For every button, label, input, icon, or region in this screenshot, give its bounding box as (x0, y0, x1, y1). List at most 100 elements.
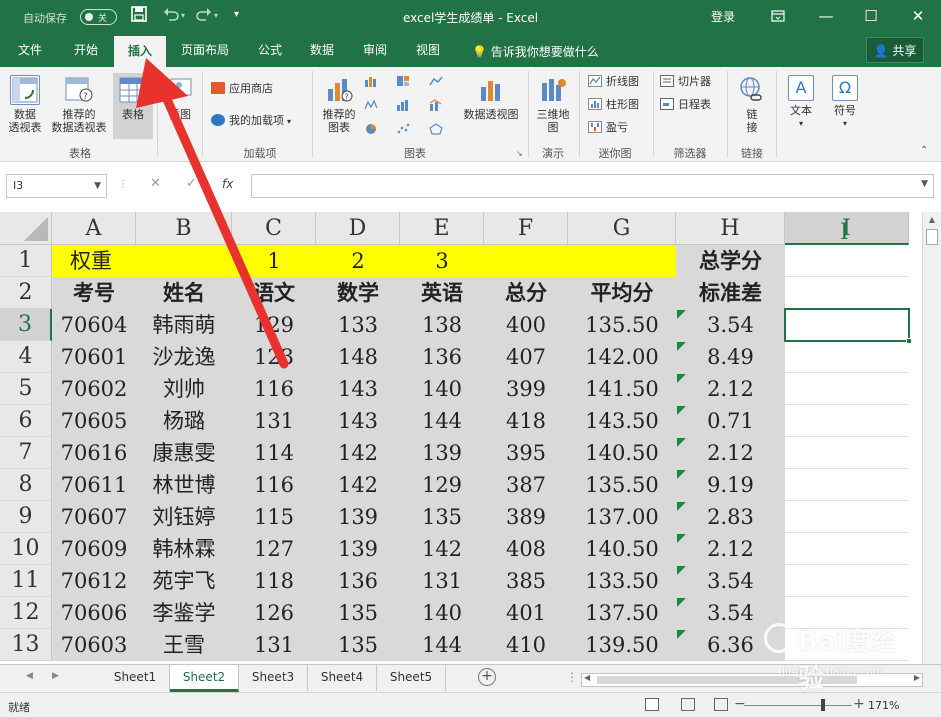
autosave-toggle[interactable]: 关 (80, 9, 117, 25)
app-store-button[interactable]: 应用商店 (211, 80, 273, 98)
cell-g9[interactable]: 137.00 (568, 501, 676, 533)
cell-d9[interactable]: 139 (316, 501, 400, 533)
row-header-10[interactable]: 10 (0, 533, 52, 565)
cell-a10[interactable]: 70609 (52, 533, 136, 565)
cell-g3[interactable]: 135.50 (568, 309, 676, 341)
cell-c13[interactable]: 131 (232, 629, 316, 661)
expand-formula-icon[interactable]: ▼ (921, 179, 928, 189)
cell-h7[interactable]: 2.12 (676, 437, 785, 469)
tab-home[interactable]: 开始 (62, 33, 110, 67)
dialog-launcher-icon[interactable]: ↘ (516, 149, 523, 158)
cell-d6[interactable]: 143 (316, 405, 400, 437)
cell-d8[interactable]: 142 (316, 469, 400, 501)
cell-b8[interactable]: 林世博 (136, 469, 232, 501)
cell-a1[interactable]: 权重 (52, 245, 136, 277)
selected-cell-i3[interactable] (784, 308, 912, 344)
column-chart-icon[interactable] (364, 75, 378, 87)
row-header-5[interactable]: 5 (0, 373, 52, 405)
tab-split-handle[interactable]: ⋮ (566, 670, 578, 684)
row-header-6[interactable]: 6 (0, 405, 52, 437)
tab-view[interactable]: 视图 (406, 33, 450, 67)
cell-b6[interactable]: 杨璐 (136, 405, 232, 437)
next-sheet-icon[interactable]: ▶ (52, 671, 59, 681)
column-header-h[interactable]: H (676, 212, 785, 245)
tab-formulas[interactable]: 公式 (248, 33, 292, 67)
symbol-button[interactable]: Ω 符号 ▾ (826, 75, 864, 130)
cell-d1[interactable]: 2 (316, 245, 400, 277)
line-chart-icon[interactable] (429, 75, 443, 87)
column-header-c[interactable]: C (232, 212, 316, 245)
cell-d12[interactable]: 135 (316, 597, 400, 629)
undo-dropdown-icon[interactable]: ▾ (181, 11, 185, 20)
cell-f8[interactable]: 387 (484, 469, 568, 501)
cell-f1[interactable] (484, 245, 568, 277)
cell-e12[interactable]: 140 (400, 597, 484, 629)
cell-h2[interactable]: 标准差 (676, 277, 785, 309)
cell-f13[interactable]: 410 (484, 629, 568, 661)
column-header-g[interactable]: G (568, 212, 676, 245)
cell-e9[interactable]: 135 (400, 501, 484, 533)
table-button[interactable]: 表格 (113, 73, 153, 139)
cell-c11[interactable]: 118 (232, 565, 316, 597)
row-header-13[interactable]: 13 (0, 629, 52, 661)
share-button[interactable]: 👤 共享 (866, 37, 924, 63)
insert-function-button[interactable]: fx (222, 177, 233, 191)
cell-i6[interactable] (785, 405, 909, 437)
cell-b1[interactable] (136, 245, 232, 277)
cell-a2[interactable]: 考号 (52, 277, 136, 309)
cell-i1[interactable] (785, 245, 909, 277)
cell-d10[interactable]: 139 (316, 533, 400, 565)
cell-e8[interactable]: 129 (400, 469, 484, 501)
cell-c9[interactable]: 115 (232, 501, 316, 533)
normal-view-icon[interactable] (645, 698, 659, 711)
cell-f4[interactable]: 407 (484, 341, 568, 373)
cell-b5[interactable]: 刘帅 (136, 373, 232, 405)
cell-i10[interactable] (785, 533, 909, 565)
zoom-in-icon[interactable]: + (853, 696, 865, 712)
cell-a3[interactable]: 70604 (52, 309, 136, 341)
cell-c12[interactable]: 126 (232, 597, 316, 629)
sparkline-column-button[interactable]: 柱形图 (588, 96, 639, 114)
cell-a7[interactable]: 70616 (52, 437, 136, 469)
cell-e3[interactable]: 138 (400, 309, 484, 341)
3d-map-button[interactable]: 三维地 图 (533, 75, 573, 134)
hierarchy-chart-icon[interactable] (396, 75, 410, 87)
row-header-9[interactable]: 9 (0, 501, 52, 533)
formula-input[interactable]: ▼ (251, 174, 934, 198)
minimize-icon[interactable]: — (811, 4, 841, 28)
redo-dropdown-icon[interactable]: ▾ (214, 11, 218, 20)
tab-page-layout[interactable]: 页面布局 (174, 33, 236, 67)
cell-g11[interactable]: 133.50 (568, 565, 676, 597)
pivot-table-button[interactable]: 数据 透视表 (6, 75, 44, 134)
cell-g12[interactable]: 137.50 (568, 597, 676, 629)
cell-c6[interactable]: 131 (232, 405, 316, 437)
cell-a4[interactable]: 70601 (52, 341, 136, 373)
sheet-tab-sheet4[interactable]: Sheet4 (308, 665, 377, 691)
tab-data[interactable]: 数据 (300, 33, 344, 67)
cell-e6[interactable]: 144 (400, 405, 484, 437)
collapse-ribbon-icon[interactable]: ⌃ (920, 145, 928, 156)
cell-f5[interactable]: 399 (484, 373, 568, 405)
cell-d5[interactable]: 143 (316, 373, 400, 405)
row-header-1[interactable]: 1 (0, 245, 52, 277)
tab-review[interactable]: 审阅 (353, 33, 397, 67)
cell-a5[interactable]: 70602 (52, 373, 136, 405)
cell-c7[interactable]: 114 (232, 437, 316, 469)
slicer-button[interactable]: 切片器 (660, 73, 711, 91)
cell-b11[interactable]: 苑宇飞 (136, 565, 232, 597)
cell-b12[interactable]: 李鉴学 (136, 597, 232, 629)
maximize-icon[interactable]: ☐ (856, 4, 886, 28)
cell-a12[interactable]: 70606 (52, 597, 136, 629)
cell-g13[interactable]: 139.50 (568, 629, 676, 661)
sparkline-winloss-button[interactable]: 盈亏 (588, 119, 628, 137)
cell-h6[interactable]: 0.71 (676, 405, 785, 437)
illustrations-button[interactable]: 插图 (162, 75, 198, 121)
cell-c4[interactable]: 123 (232, 341, 316, 373)
link-button[interactable]: 链 接 (734, 75, 770, 134)
cell-h1[interactable]: 总学分 (676, 245, 785, 277)
cell-b13[interactable]: 王雪 (136, 629, 232, 661)
cell-h11[interactable]: 3.54 (676, 565, 785, 597)
scroll-up-icon[interactable]: ▲ (923, 212, 941, 228)
customize-qat-icon[interactable]: ▾ (234, 9, 239, 20)
cell-i7[interactable] (785, 437, 909, 469)
